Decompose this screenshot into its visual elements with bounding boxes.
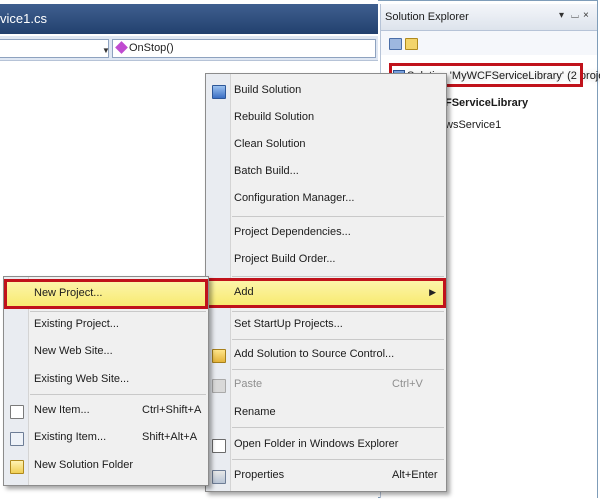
paste-icon — [212, 379, 226, 393]
new-folder-icon — [10, 460, 24, 474]
menu-item-add[interactable]: Add ▶ — [206, 278, 446, 308]
menu-item-label: Rebuild Solution — [234, 111, 315, 123]
menu-item-configuration-manager[interactable]: Configuration Manager... — [206, 186, 446, 212]
menu-item-label: Add Solution to Source Control... — [234, 348, 395, 360]
solution-context-menu: Build Solution Rebuild Solution Clean So… — [205, 73, 447, 492]
menu-item-label: Existing Item... — [34, 431, 107, 443]
menu-item-shortcut: Alt+Enter — [392, 469, 438, 481]
menu-item-label: Existing Web Site... — [34, 373, 130, 385]
properties-icon — [212, 470, 226, 484]
navigation-bar: ▼ OnStop() — [0, 36, 378, 61]
menu-item-label: Open Folder in Windows Explorer — [234, 438, 399, 450]
document-tab-title: vice1.cs — [0, 11, 47, 26]
menu-item-project-dependencies[interactable]: Project Dependencies... — [206, 220, 446, 246]
menu-item-label: Configuration Manager... — [234, 192, 355, 204]
menu-item-existing-web-site[interactable]: Existing Web Site... — [4, 367, 208, 393]
tree-item-label: FServiceLibrary — [445, 97, 529, 109]
document-tab[interactable]: vice1.cs — [0, 4, 378, 34]
menu-item-label: Properties — [234, 469, 285, 481]
menu-item-project-build-order[interactable]: Project Build Order... — [206, 247, 446, 273]
solution-explorer-title: Solution Explorer — [385, 11, 469, 23]
menu-item-new-item[interactable]: New Item... Ctrl+Shift+A — [4, 398, 208, 424]
menu-item-batch-build[interactable]: Batch Build... — [206, 159, 446, 185]
menu-separator — [232, 369, 444, 370]
solution-explorer-toolbar — [381, 31, 597, 55]
menu-separator — [232, 276, 444, 277]
menu-item-label: Project Dependencies... — [234, 226, 351, 238]
method-icon — [115, 41, 128, 54]
menu-item-label: Add — [234, 286, 254, 298]
chevron-down-icon: ▼ — [102, 46, 110, 55]
menu-separator — [232, 339, 444, 340]
menu-item-properties[interactable]: Properties Alt+Enter — [206, 463, 446, 489]
menu-item-set-startup-projects[interactable]: Set StartUp Projects... — [206, 312, 446, 338]
existing-item-icon — [10, 432, 24, 446]
window-position-icon[interactable]: ▾ — [559, 10, 564, 21]
pin-icon[interactable]: ⌴ — [571, 10, 579, 21]
submenu-arrow-icon: ▶ — [429, 287, 436, 297]
solution-explorer-titlebar: Solution Explorer ▾ ⌴ × — [381, 4, 597, 31]
menu-item-label: New Item... — [34, 404, 90, 416]
menu-item-build-solution[interactable]: Build Solution — [206, 78, 446, 104]
menu-item-shortcut: Ctrl+V — [392, 378, 423, 390]
menu-item-new-web-site[interactable]: New Web Site... — [4, 339, 208, 365]
menu-separator — [232, 459, 444, 460]
menu-item-label: Clean Solution — [234, 138, 306, 150]
menu-separator — [232, 216, 444, 217]
menu-item-add-to-source-control[interactable]: Add Solution to Source Control... — [206, 342, 446, 368]
member-dropdown-value: OnStop() — [129, 42, 174, 54]
tree-item-label: wsService1 — [445, 119, 502, 131]
type-dropdown[interactable]: ▼ — [0, 39, 110, 58]
menu-item-open-folder[interactable]: Open Folder in Windows Explorer — [206, 432, 446, 458]
menu-item-paste[interactable]: Paste Ctrl+V — [206, 372, 446, 398]
menu-separator — [232, 427, 444, 428]
menu-item-existing-item[interactable]: Existing Item... Shift+Alt+A — [4, 425, 208, 451]
menu-item-rebuild-solution[interactable]: Rebuild Solution — [206, 105, 446, 131]
menu-item-label: Build Solution — [234, 84, 302, 96]
source-control-icon — [212, 349, 226, 363]
build-icon — [212, 85, 226, 99]
menu-item-label: Project Build Order... — [234, 253, 336, 265]
close-icon[interactable]: × — [583, 10, 589, 21]
menu-item-clean-solution[interactable]: Clean Solution — [206, 132, 446, 158]
menu-item-rename[interactable]: Rename — [206, 400, 446, 426]
add-submenu: New Project... Existing Project... New W… — [3, 276, 209, 486]
menu-item-existing-project[interactable]: Existing Project... — [4, 312, 208, 338]
menu-item-label: New Web Site... — [34, 345, 113, 357]
menu-item-label: New Solution Folder — [34, 459, 134, 471]
menu-item-shortcut: Shift+Alt+A — [142, 431, 198, 443]
menu-item-label: Existing Project... — [34, 318, 119, 330]
properties-toolbar-icon[interactable] — [389, 38, 402, 50]
menu-item-label: New Project... — [34, 287, 103, 299]
member-dropdown[interactable]: OnStop() — [112, 39, 376, 58]
open-folder-icon — [212, 439, 226, 453]
menu-item-label: Batch Build... — [234, 165, 299, 177]
menu-item-new-project[interactable]: New Project... — [4, 279, 208, 309]
new-item-icon — [10, 405, 24, 419]
menu-item-label: Rename — [234, 406, 276, 418]
show-all-files-icon[interactable] — [405, 38, 418, 50]
menu-item-label: Set StartUp Projects... — [234, 318, 343, 330]
menu-item-shortcut: Ctrl+Shift+A — [142, 404, 202, 416]
menu-separator — [30, 394, 206, 395]
menu-item-label: Paste — [234, 378, 263, 390]
menu-item-new-solution-folder[interactable]: New Solution Folder — [4, 453, 208, 479]
